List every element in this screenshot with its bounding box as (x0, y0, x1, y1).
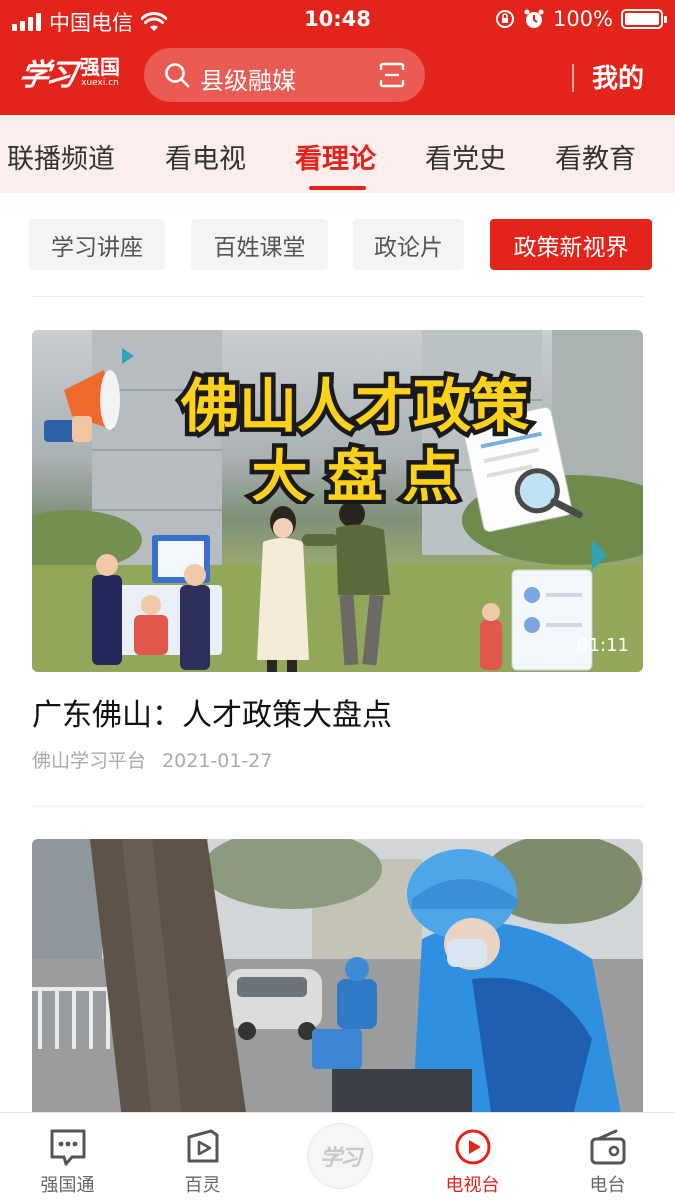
thumbnail-photo (32, 839, 643, 1119)
search-bar[interactable]: 县级融媒 (144, 48, 425, 102)
video-play-icon (187, 1129, 219, 1163)
rotation-lock-icon (495, 10, 514, 28)
video-thumbnail[interactable] (32, 839, 643, 1119)
bottom-nav: 强国通 百灵 学习 电视台 电台 (0, 1112, 675, 1200)
divider (32, 806, 643, 807)
subtab-policy-vision[interactable]: 政策新视界 (490, 219, 652, 270)
chat-icon (50, 1129, 86, 1166)
nav-center-logo: 学习 (319, 1145, 362, 1171)
thumbnail-headline-line1: 佛山人才政策 (180, 372, 529, 440)
xuexi-logo[interactable]: 学习 强国 xuexi.cn (16, 48, 120, 96)
video-duration: 01:11 (577, 635, 629, 656)
tv-play-icon (455, 1129, 491, 1165)
tab-tv[interactable]: 看电视 (165, 137, 246, 176)
video-source: 佛山学习平台 (32, 750, 147, 772)
header-divider (572, 64, 574, 92)
tab-party-history[interactable]: 看党史 (425, 137, 506, 176)
nav-item-qiangguotong[interactable]: 强国通 (0, 1113, 135, 1200)
radio-icon (590, 1129, 626, 1165)
app-bar: 学习 强国 xuexi.cn 县级融媒 我的 (0, 42, 675, 112)
thumbnail-headline: 佛山人才政策 大 盘 点 (175, 368, 533, 505)
tab-lianbo[interactable]: 联播频道 (7, 137, 115, 176)
alarm-icon (524, 9, 544, 28)
nav-label: 电视台 (445, 1175, 500, 1196)
nav-label: 电台 (589, 1175, 626, 1196)
scan-icon[interactable] (379, 62, 405, 88)
search-input[interactable]: 县级融媒 (200, 61, 296, 96)
xuexi-logo-icon: 学习 (307, 1123, 373, 1189)
nav-item-bailing[interactable]: 百灵 (135, 1113, 270, 1200)
my-profile-link[interactable]: 我的 (592, 58, 644, 95)
video-meta: 佛山学习平台 2021-01-27 (32, 746, 272, 773)
logo-url: xuexi.cn (81, 77, 119, 88)
nav-item-tv-station[interactable]: 电视台 (405, 1113, 540, 1200)
logo-text: 强国 (80, 54, 120, 79)
search-icon (165, 63, 190, 88)
tab-theory[interactable]: 看理论 (295, 137, 376, 176)
video-thumbnail[interactable]: 佛山人才政策 大 盘 点 01:11 (32, 330, 643, 672)
nav-label: 强国通 (40, 1175, 95, 1196)
active-tab-indicator (309, 186, 366, 190)
nav-item-radio[interactable]: 电台 (540, 1113, 675, 1200)
subtab-political-film[interactable]: 政论片 (353, 219, 464, 270)
divider (32, 296, 643, 297)
battery-icon (621, 9, 667, 29)
video-date: 2021-01-27 (162, 750, 273, 772)
video-title[interactable]: 广东佛山：人才政策大盘点 (32, 690, 392, 734)
subtab-classroom[interactable]: 百姓课堂 (191, 219, 328, 270)
thumbnail-headline-line2: 大 盘 点 (252, 445, 459, 504)
nav-item-home[interactable]: 学习 (270, 1113, 405, 1200)
app-header: 中国电信 10:48 100% 学习 强国 xuexi.cn 县级融媒 我的 (0, 0, 675, 115)
nav-label: 百灵 (184, 1175, 221, 1196)
status-bar: 中国电信 10:48 100% (0, 0, 675, 38)
channel-tabs: 联播频道 看电视 看理论 看党史 看教育 (0, 115, 675, 193)
subtab-lecture[interactable]: 学习讲座 (29, 219, 165, 270)
logo-script: 学习 (16, 58, 77, 93)
battery-percent: 100% (552, 7, 613, 31)
battery-fill (625, 13, 659, 25)
tab-education[interactable]: 看教育 (555, 137, 636, 176)
